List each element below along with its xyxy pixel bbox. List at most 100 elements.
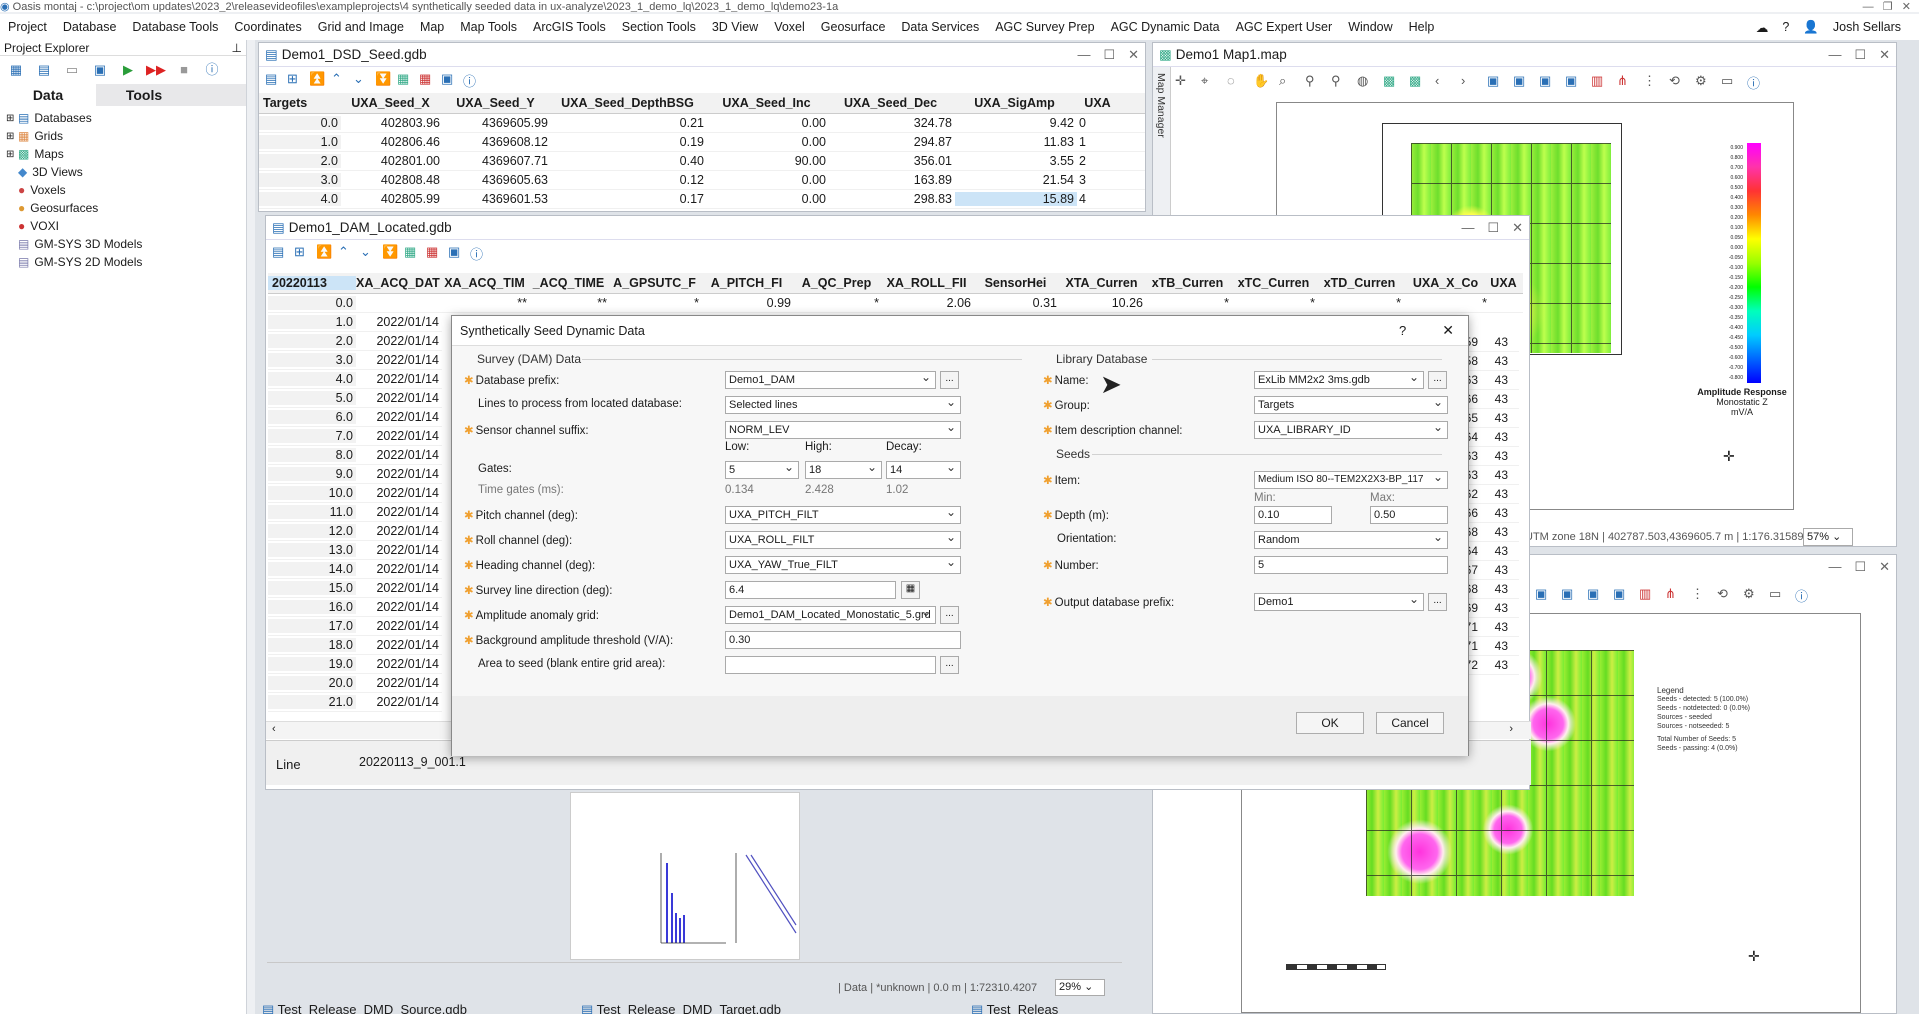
window-controls[interactable]: — ☐ ✕: [1077, 47, 1139, 63]
dialog-help-button[interactable]: ?: [1399, 323, 1406, 338]
table-row[interactable]: 10.0 2022/01/14: [268, 484, 442, 503]
column-header[interactable]: UXA_SigAmp: [955, 96, 1077, 110]
table-row[interactable]: 21.0 2022/01/14: [268, 693, 442, 712]
column-header[interactable]: SensorHei: [974, 276, 1060, 290]
zoom-box-icon[interactable]: ⌕: [1279, 73, 1297, 91]
depth-min-input[interactable]: 0.10: [1254, 506, 1332, 524]
pin-icon[interactable]: ⊥: [232, 41, 242, 55]
table-row[interactable]: 3.0 402808.48 4369605.63 0.12 0.00 163.89 21.5…: [259, 171, 1145, 190]
table-row[interactable]: 69 43: [1461, 599, 1519, 618]
menu-database-tools[interactable]: Database Tools: [124, 20, 226, 34]
grid-overlay-icon[interactable]: ⋮: [1643, 73, 1661, 91]
screen-icon[interactable]: ▭: [1769, 586, 1787, 604]
table-row[interactable]: 71 43: [1461, 637, 1519, 656]
table-row[interactable]: 71 43: [1461, 618, 1519, 637]
table-row[interactable]: 20.0 2022/01/14: [268, 674, 442, 693]
depth-max-input[interactable]: 0.50: [1370, 506, 1448, 524]
table-row[interactable]: 8.0 2022/01/14: [268, 446, 442, 465]
table-row[interactable]: 12.0 2022/01/14: [268, 522, 442, 541]
tree-item-3d-views[interactable]: ◆ 3D Views: [6, 163, 246, 181]
up-icon[interactable]: ⌃: [331, 71, 349, 89]
forward-icon[interactable]: ›: [1461, 73, 1479, 91]
magnet-icon[interactable]: ⋔: [1665, 586, 1683, 604]
tab-tools[interactable]: Tools: [96, 84, 192, 106]
pan-icon[interactable]: ✋: [1253, 73, 1271, 91]
db-prefix-select[interactable]: Demo1_DAM: [725, 371, 936, 389]
up-icon[interactable]: ⌃: [338, 244, 356, 262]
import-icon[interactable]: ▣: [89, 59, 111, 81]
column-header[interactable]: A_PITCH_FI: [702, 276, 794, 290]
table-row[interactable]: 62 43: [1461, 485, 1519, 504]
menu-agc-dynamic-data[interactable]: AGC Dynamic Data: [1103, 20, 1228, 34]
column-header[interactable]: Targets: [259, 96, 341, 110]
item-select[interactable]: Medium ISO 80--TEM2X2X3-BP_117: [1254, 471, 1448, 489]
calculator-icon[interactable]: ▦: [901, 581, 920, 599]
dialog-close-button[interactable]: ✕: [1442, 322, 1454, 339]
table-row[interactable]: 5.0 2022/01/14: [268, 389, 442, 408]
table-row[interactable]: 66 43: [1461, 504, 1519, 523]
zoom-icon[interactable]: ⚲: [1305, 73, 1323, 91]
browse-button[interactable]: ...: [1428, 371, 1447, 389]
table-icon[interactable]: ▦: [419, 71, 437, 89]
table-row[interactable]: 66 43: [1461, 390, 1519, 409]
grid-select[interactable]: Demo1_DAM_Located_Monostatic_5.grd: [725, 606, 936, 624]
view4-icon[interactable]: ▣: [1613, 586, 1631, 604]
table-row[interactable]: 9.0 2022/01/14: [268, 465, 442, 484]
menu-help[interactable]: Help: [1401, 20, 1443, 34]
zoom-out-icon[interactable]: ⚲: [1331, 73, 1349, 91]
column-header[interactable]: UXA_Seed_Dec: [829, 96, 955, 110]
menu-map-tools[interactable]: Map Tools: [452, 20, 525, 34]
group-select[interactable]: Targets: [1254, 396, 1448, 414]
menu-3d-view[interactable]: 3D View: [704, 20, 766, 34]
table-row[interactable]: 64 43: [1461, 542, 1519, 561]
tab-target-db[interactable]: ▤ Test_Release_DMD_Target.gdb: [581, 1002, 971, 1014]
menu-agc-expert-user[interactable]: AGC Expert User: [1228, 20, 1341, 34]
menu-arcgis-tools[interactable]: ArcGIS Tools: [525, 20, 614, 34]
table-row[interactable]: 59 43: [1461, 333, 1519, 352]
table-row[interactable]: 58 43: [1461, 352, 1519, 371]
cancel-button[interactable]: Cancel: [1376, 712, 1444, 734]
table-row[interactable]: 4.0 402805.99 4369601.53 0.17 0.00 298.83 15.8…: [259, 190, 1145, 209]
help-circle-icon[interactable]: ?: [1782, 20, 1789, 34]
grid-overlay-icon[interactable]: ⋮: [1691, 586, 1709, 604]
library-name-select[interactable]: ExLib MM2x2 3ms.gdb: [1254, 371, 1424, 389]
browse-button[interactable]: ...: [940, 371, 959, 389]
roll-select[interactable]: UXA_ROLL_FILT: [725, 531, 961, 549]
rotate-icon[interactable]: ⟲: [1717, 586, 1735, 604]
table-row[interactable]: 67 43: [1461, 561, 1519, 580]
info-icon[interactable]: ◌: [1227, 73, 1245, 91]
table-row[interactable]: 0.0 ** ** * 0.99 * 2.06 0.31 10.26 * * *…: [268, 294, 1523, 313]
column-header[interactable]: UXA: [1077, 96, 1121, 110]
table-row[interactable]: 16.0 2022/01/14: [268, 598, 442, 617]
menu-map[interactable]: Map: [412, 20, 452, 34]
table-row[interactable]: 72 43: [1461, 656, 1519, 675]
grid-icon[interactable]: ▭: [61, 59, 83, 81]
screen-icon[interactable]: ▭: [1721, 73, 1739, 91]
select-icon[interactable]: ✛: [1175, 73, 1193, 91]
column-header[interactable]: A_GPSUTC_F: [610, 276, 702, 290]
gate-low-select[interactable]: 5: [725, 461, 799, 479]
open-database-icon[interactable]: ▤: [33, 59, 55, 81]
column-header[interactable]: XA_ROLL_FII: [882, 276, 974, 290]
menu-window[interactable]: Window: [1340, 20, 1400, 34]
notification-icon[interactable]: ☁: [1756, 20, 1769, 35]
zoom-select[interactable]: 57% ⌄: [1803, 528, 1853, 546]
column-header[interactable]: xTD_Curren: [1318, 276, 1404, 290]
tree-item-voxels[interactable]: ● Voxels: [6, 181, 246, 199]
ok-button[interactable]: OK: [1296, 712, 1364, 734]
view3-icon[interactable]: ▣: [1539, 73, 1557, 91]
window-controls[interactable]: — ☐ ✕: [1828, 47, 1890, 63]
column-header[interactable]: _ACQ_TIME: [530, 276, 610, 290]
globe-icon[interactable]: ◍: [1357, 73, 1375, 91]
tree-item-gmsys-2d[interactable]: ▤ GM-SYS 2D Models: [6, 253, 246, 271]
column-header[interactable]: XA_ACQ_TIM: [442, 276, 530, 290]
view1-icon[interactable]: ▣: [1487, 73, 1505, 91]
lower-scrollbar[interactable]: [267, 962, 1122, 976]
help-icon[interactable]: ⓘ: [201, 59, 223, 81]
view1-icon[interactable]: ▣: [1535, 586, 1553, 604]
browse-button[interactable]: ...: [1428, 593, 1447, 611]
table-row[interactable]: 3.0 2022/01/14: [268, 351, 442, 370]
last-icon[interactable]: ⏬: [375, 71, 393, 89]
menu-coordinates[interactable]: Coordinates: [226, 20, 309, 34]
table-row[interactable]: 13.0 2022/01/14: [268, 541, 442, 560]
